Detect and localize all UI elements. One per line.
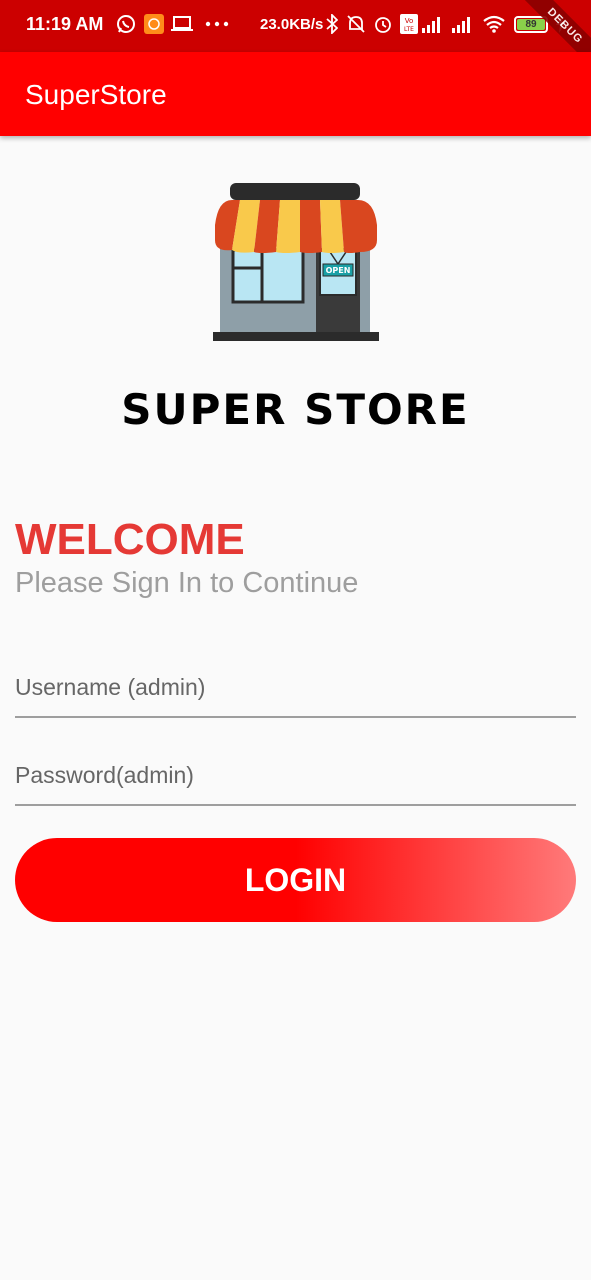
mute-icon	[346, 13, 366, 35]
signal-icon	[452, 13, 474, 35]
password-input[interactable]	[15, 746, 576, 804]
network-speed: 23.0KB/s	[260, 16, 324, 33]
volte-icon: Vo LTE	[400, 13, 418, 35]
status-bar: 11:19 AM 23.0KB/s Vo LTE 89 DEBUG	[0, 0, 591, 76]
more-dots-icon	[205, 13, 229, 35]
brand-name: SUPER STORE	[121, 385, 470, 434]
login-button[interactable]: LOGIN	[15, 838, 576, 922]
welcome-subtitle: Please Sign In to Continue	[15, 567, 359, 599]
store-front-icon: OPEN	[210, 180, 382, 345]
welcome-heading: WELCOME	[15, 515, 245, 564]
open-sign: OPEN	[326, 266, 351, 275]
alarm-icon	[373, 13, 393, 35]
bluetooth-icon	[326, 13, 338, 35]
app-bar: SuperStore	[0, 52, 591, 136]
battery-level: 89	[517, 19, 545, 30]
svg-text:Vo: Vo	[405, 17, 414, 25]
wifi-icon	[482, 13, 506, 35]
laptop-icon	[171, 13, 193, 35]
app-title: SuperStore	[25, 79, 167, 110]
app-notification-icon	[144, 13, 164, 35]
password-field-container	[15, 746, 576, 806]
whatsapp-icon	[116, 13, 136, 35]
username-field-container	[15, 658, 576, 718]
status-time: 11:19 AM	[26, 14, 104, 34]
username-input[interactable]	[15, 658, 576, 716]
signal-icon	[422, 13, 444, 35]
svg-text:LTE: LTE	[404, 26, 414, 33]
